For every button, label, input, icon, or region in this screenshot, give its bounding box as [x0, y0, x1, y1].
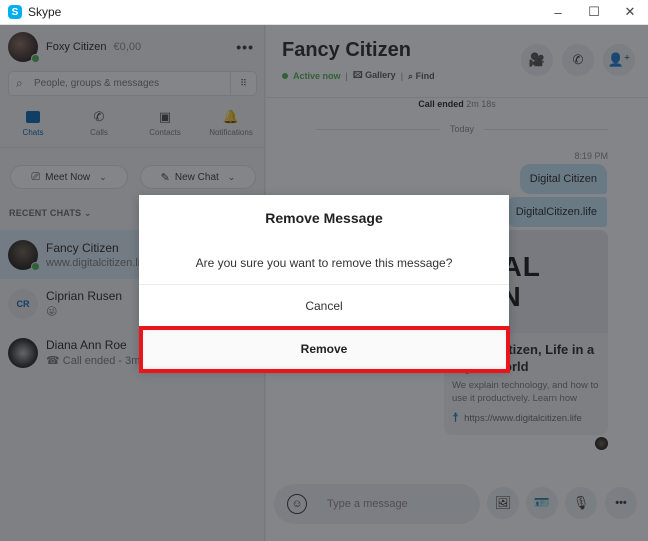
- remove-button[interactable]: Remove: [139, 328, 509, 370]
- title-bar: S Skype – ☐ ✕: [0, 0, 648, 25]
- skype-logo-icon: S: [8, 5, 22, 19]
- cancel-button[interactable]: Cancel: [139, 285, 509, 327]
- dialog-message: Are you sure you want to remove this mes…: [195, 256, 453, 270]
- window-title: Skype: [28, 5, 62, 19]
- dialog-title: Remove Message: [265, 210, 383, 226]
- remove-message-dialog: Remove Message Are you sure you want to …: [139, 195, 509, 370]
- minimize-button[interactable]: –: [540, 0, 576, 25]
- close-button[interactable]: ✕: [612, 0, 648, 25]
- maximize-button[interactable]: ☐: [576, 0, 612, 25]
